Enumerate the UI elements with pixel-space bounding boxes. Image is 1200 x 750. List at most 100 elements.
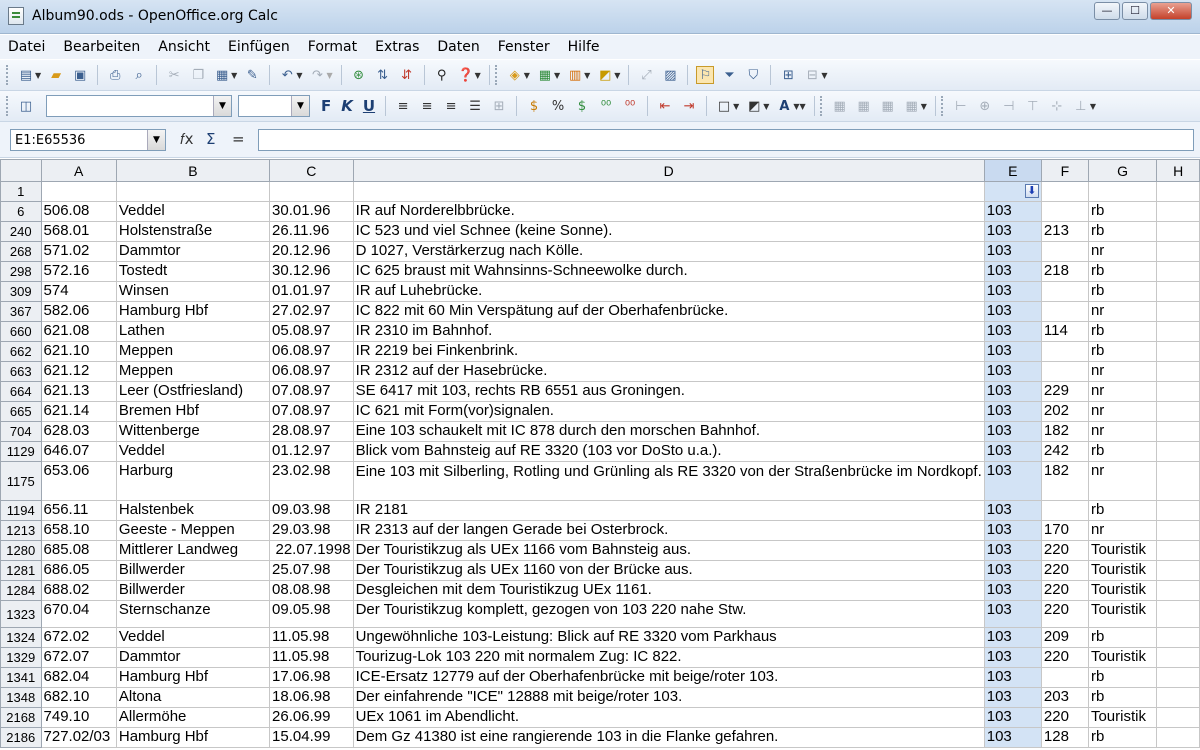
cells-overflow-icon[interactable]: ▼ [921, 102, 927, 111]
cell-d[interactable]: IR 2310 im Bahnhof. [352, 321, 985, 342]
delete-decimal-icon[interactable]: ⁰⁰ [621, 97, 639, 115]
cell-h[interactable] [1156, 627, 1200, 648]
cell-c[interactable]: 30.01.96 [269, 201, 354, 222]
close-button[interactable]: ✕ [1150, 2, 1192, 20]
insert-cells-icon[interactable]: ▦ [831, 97, 849, 115]
cell-b[interactable]: Veddel [115, 441, 271, 462]
cell-c[interactable]: 06.08.97 [269, 361, 354, 382]
cell-h[interactable] [1156, 707, 1200, 728]
cell-b[interactable]: Sternschanze [115, 600, 271, 628]
justify-icon[interactable]: ☰ [466, 97, 484, 115]
cell-f[interactable] [1040, 181, 1089, 202]
cell-a[interactable]: 672.02 [40, 627, 117, 648]
align-objects-right-icon[interactable]: ⊣ [1000, 97, 1018, 115]
cell-e[interactable]: 103 [983, 381, 1042, 402]
autofilter-active-icon[interactable]: ⚐ [696, 66, 715, 84]
cell-e[interactable]: 103 [983, 520, 1042, 541]
cell-e[interactable]: 103 [983, 421, 1042, 442]
cell-a[interactable]: 621.08 [40, 321, 117, 342]
cell-h[interactable] [1156, 221, 1200, 242]
insert-rows-icon[interactable]: ▦ [855, 97, 873, 115]
cell-g[interactable]: nr [1087, 401, 1158, 422]
cell-f[interactable]: 220 [1040, 560, 1089, 581]
function-equals-icon[interactable]: = [232, 130, 245, 148]
cell-f[interactable]: 242 [1040, 441, 1089, 462]
row-header[interactable]: 268 [0, 241, 42, 262]
cell-g[interactable]: Touristik [1087, 580, 1158, 601]
toolbar-grip[interactable] [6, 65, 10, 85]
print-preview-icon[interactable]: ⌕ [130, 66, 148, 84]
redo-dropdown-icon[interactable]: ▼ [326, 71, 332, 80]
minimize-button[interactable]: — [1094, 2, 1120, 20]
cell-h[interactable] [1156, 281, 1200, 302]
cell-a[interactable]: 571.02 [40, 241, 117, 262]
freeze-icon[interactable]: ⊞ [779, 66, 797, 84]
row-header[interactable]: 1329 [0, 647, 42, 668]
cell-e[interactable]: 103 [983, 401, 1042, 422]
cell-g[interactable]: rb [1087, 221, 1158, 242]
cell-f[interactable]: 182 [1040, 421, 1089, 442]
toolbar-overflow-icon-2[interactable]: ▼ [821, 71, 827, 80]
font-size-combo[interactable]: ▼ [238, 95, 310, 117]
toolbar-grip[interactable] [940, 96, 945, 116]
cell-d[interactable]: IC 822 mit 60 Min Verspätung auf der Obe… [352, 301, 985, 322]
cell-e[interactable]: 103 [983, 540, 1042, 561]
row-header[interactable]: 1213 [0, 520, 42, 541]
cell-a[interactable]: 682.10 [40, 687, 117, 708]
cell-a[interactable]: 658.10 [40, 520, 117, 541]
row-header[interactable]: 6 [0, 201, 42, 222]
row-header[interactable]: 1324 [0, 627, 42, 648]
cell-f[interactable] [1040, 341, 1089, 362]
cell-g[interactable]: rb [1087, 500, 1158, 521]
column-header[interactable]: F [1040, 159, 1089, 182]
bold-button[interactable]: F [321, 97, 331, 115]
cell-c[interactable]: 05.08.97 [269, 321, 354, 342]
cell-c[interactable]: 15.04.99 [269, 727, 354, 748]
new-document-icon[interactable]: ▤ [17, 66, 35, 84]
cell-d[interactable]: ICE-Ersatz 12779 auf der Oberhafenbrücke… [352, 667, 985, 688]
cell-d[interactable]: IR auf Luhebrücke. [352, 281, 985, 302]
cell-b[interactable]: Hamburg Hbf [115, 667, 271, 688]
cell-h[interactable] [1156, 181, 1200, 202]
cell-f[interactable]: 229 [1040, 381, 1089, 402]
cell-e[interactable]: 103 [983, 241, 1042, 262]
cell-e[interactable]: ⬇ [983, 181, 1042, 202]
formula-input[interactable] [258, 129, 1194, 151]
row-header[interactable]: 309 [0, 281, 42, 302]
menu-hilfe[interactable]: Hilfe [568, 39, 600, 55]
cell-f[interactable]: 220 [1040, 580, 1089, 601]
cell-g[interactable]: Touristik [1087, 707, 1158, 728]
row-header[interactable]: 662 [0, 341, 42, 362]
cell-g[interactable]: Touristik [1087, 600, 1158, 628]
cell-d[interactable] [352, 181, 985, 202]
cell-f[interactable] [1040, 500, 1089, 521]
name-box[interactable]: E1:E65536 ▼ [10, 129, 166, 151]
row-header[interactable]: 704 [0, 421, 42, 442]
cell-h[interactable] [1156, 241, 1200, 262]
cell-h[interactable] [1156, 201, 1200, 222]
cell-h[interactable] [1156, 441, 1200, 462]
cell-b[interactable]: Wittenberge [115, 421, 271, 442]
save-icon[interactable]: ▣ [71, 66, 89, 84]
cell-b[interactable]: Billwerder [115, 580, 271, 601]
cell-g[interactable]: nr [1087, 381, 1158, 402]
select-all-corner[interactable] [0, 159, 42, 182]
cell-a[interactable]: 621.10 [40, 341, 117, 362]
cell-d[interactable]: Der Touristikzug als UEx 1166 vom Bahnst… [352, 540, 985, 561]
cell-g[interactable]: Touristik [1087, 560, 1158, 581]
cell-e[interactable]: 103 [983, 361, 1042, 382]
menu-daten[interactable]: Daten [437, 39, 479, 55]
align-center-icon[interactable]: ≡ [418, 97, 436, 115]
menu-extras[interactable]: Extras [375, 39, 419, 55]
cell-g[interactable]: Touristik [1087, 540, 1158, 561]
cell-b[interactable]: Billwerder [115, 560, 271, 581]
row-header[interactable]: 1281 [0, 560, 42, 581]
cell-c[interactable]: 17.06.98 [269, 667, 354, 688]
maximize-button[interactable]: ☐ [1122, 2, 1148, 20]
decrease-indent-icon[interactable]: ⇤ [656, 97, 674, 115]
format-paintbrush-icon[interactable]: ✎ [243, 66, 261, 84]
cell-a[interactable]: 686.05 [40, 560, 117, 581]
cell-a[interactable] [40, 181, 117, 202]
cell-f[interactable] [1040, 301, 1089, 322]
cell-h[interactable] [1156, 261, 1200, 282]
